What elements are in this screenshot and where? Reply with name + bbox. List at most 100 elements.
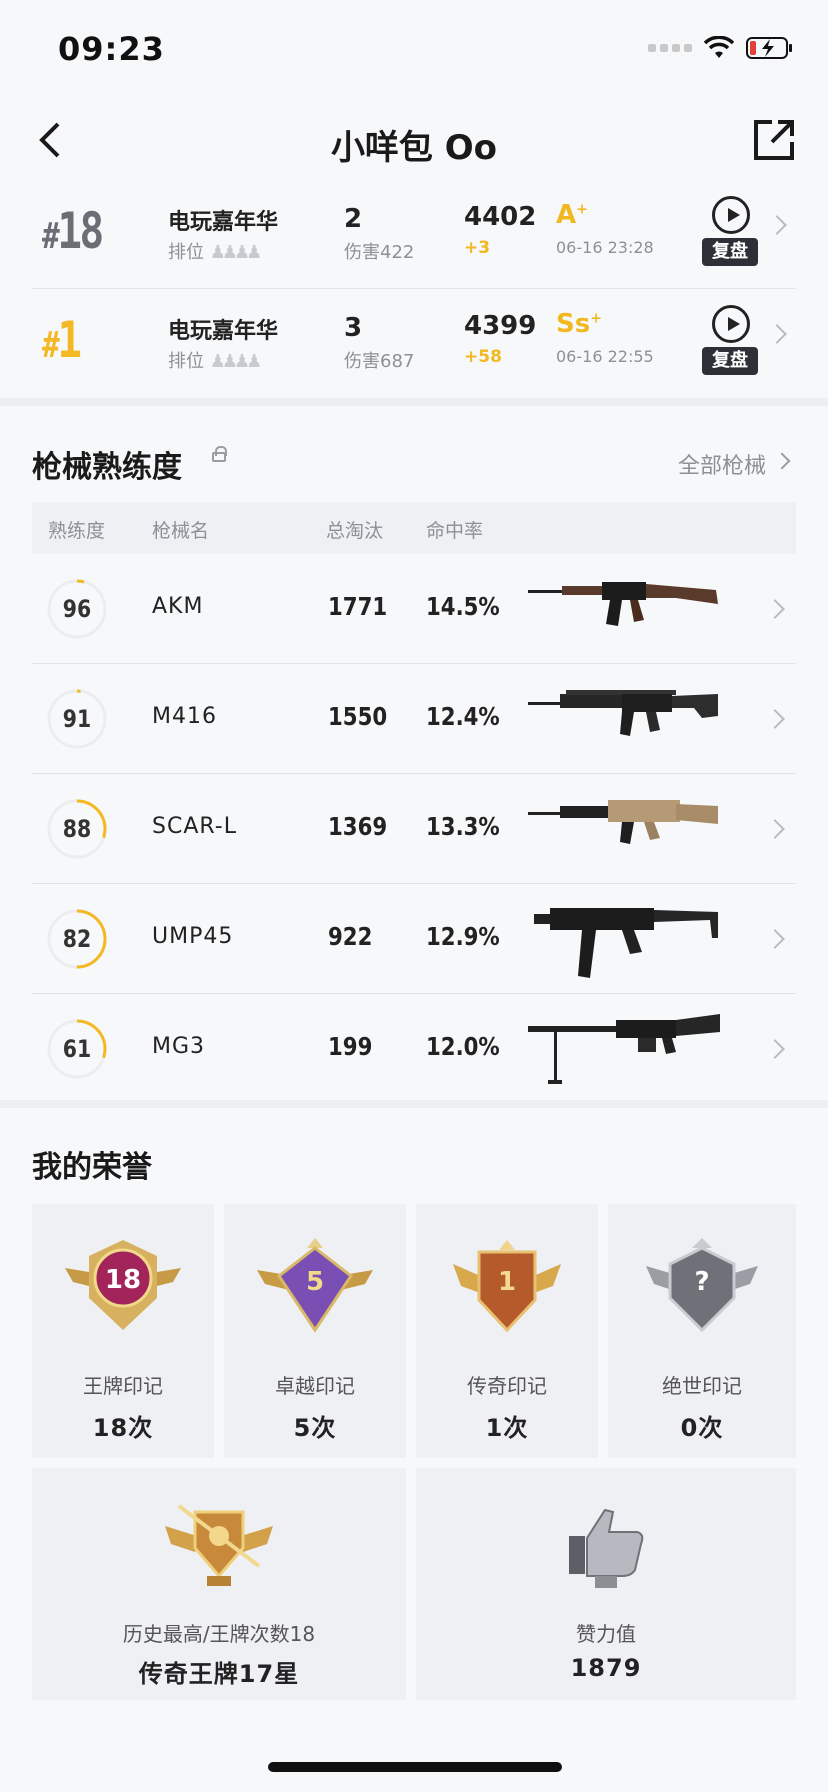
weapon-name: AKM (152, 594, 204, 619)
weapon-accuracy: 12.0% (426, 1032, 500, 1061)
likes-label: 赞力值 (576, 1622, 636, 1646)
battery-charging-icon (746, 37, 792, 59)
proficiency-value: 91 (62, 705, 92, 733)
honor-card-likes[interactable]: 赞力值 1879 (416, 1468, 796, 1700)
match-damage: 伤害422 (344, 242, 415, 263)
lock-icon[interactable] (212, 446, 227, 462)
header-weapon-name: 枪械名 (152, 520, 210, 542)
match-score: 4402 (464, 202, 537, 232)
m416-rifle-icon (528, 690, 718, 736)
chevron-right-icon (765, 819, 785, 839)
proficiency-value: 61 (62, 1035, 92, 1063)
replay-label: 复盘 (702, 347, 758, 375)
honor-count: 5次 (293, 1414, 337, 1442)
header-proficiency: 熟练度 (48, 520, 106, 542)
match-score: 4399 (464, 311, 537, 341)
wifi-icon (704, 36, 734, 58)
team-squad-icon: ♟♟♟♟ (209, 242, 263, 263)
home-indicator[interactable] (268, 1762, 562, 1772)
legend-mark-badge-icon: 1 (453, 1240, 561, 1333)
proficiency-value: 82 (62, 925, 92, 953)
replay-play-icon (712, 196, 750, 234)
match-row[interactable]: #18 电玩嘉年华 排位 ♟♟♟♟ 2 伤害422 4402 +3 A+ 06-… (32, 180, 796, 289)
all-weapons-link[interactable]: 全部枪械 (678, 448, 766, 480)
match-kills: 3 (344, 313, 363, 343)
chevron-right-icon (765, 1039, 785, 1059)
proficiency-value: 96 (62, 595, 92, 623)
ace-mark-badge-icon: 18 (65, 1240, 181, 1330)
share-icon[interactable] (750, 116, 798, 164)
weapon-kills: 199 (328, 1032, 373, 1061)
thumbs-up-icon (569, 1508, 644, 1588)
honor-label: 传奇印记 (467, 1374, 547, 1398)
unrivaled-mark-badge-icon: ? (646, 1238, 758, 1333)
match-grade: Ss+ (556, 309, 602, 339)
team-squad-icon: ♟♟♟♟ (209, 351, 263, 372)
match-score-delta: +3 (464, 238, 491, 258)
chevron-right-icon (773, 452, 791, 470)
match-mode: 电玩嘉年华 (168, 319, 279, 344)
honor-card-excellence[interactable]: 5 卓越印记 5次 (224, 1204, 406, 1458)
cellular-signal-icon (648, 44, 692, 52)
honor-card-legend[interactable]: 1 传奇印记 1次 (416, 1204, 598, 1458)
chevron-right-icon (765, 929, 785, 949)
badge-number: 18 (105, 1265, 141, 1295)
weapon-row[interactable]: 61 MG3 199 12.0% (32, 994, 796, 1104)
akm-rifle-icon (528, 582, 718, 626)
ump45-smg-icon (534, 908, 718, 978)
weapon-row[interactable]: 82 UMP45 922 12.9% (32, 884, 796, 994)
highest-value: 传奇王牌17星 (138, 1660, 300, 1688)
badge-number: ? (694, 1267, 709, 1297)
replay-label: 复盘 (702, 238, 758, 266)
honor-count: 18次 (92, 1414, 154, 1442)
status-time: 09:23 (58, 30, 165, 68)
honors-section: 我的荣誉 18 王牌印记 18次 5 卓越印记 5次 1 传奇印记 1次 ? 绝… (0, 1108, 828, 1708)
match-kills: 2 (344, 204, 363, 234)
match-row[interactable]: #1 电玩嘉年华 排位 ♟♟♟♟ 3 伤害687 4399 +58 Ss+ 06… (32, 289, 796, 398)
section-title: 我的荣誉 (32, 1150, 152, 1185)
likes-value: 1879 (570, 1654, 642, 1682)
weapon-name: UMP45 (152, 924, 234, 949)
section-divider (0, 1100, 828, 1108)
chevron-right-icon (765, 599, 785, 619)
mg3-machine-gun-icon (528, 1014, 720, 1084)
proficiency-value: 88 (62, 815, 92, 843)
match-rank: #18 (42, 202, 104, 260)
weapon-accuracy: 12.4% (426, 702, 500, 731)
honor-card-unrivaled[interactable]: ? 绝世印记 0次 (608, 1204, 796, 1458)
replay-button[interactable]: 复盘 (702, 196, 758, 272)
weapon-name: SCAR-L (152, 814, 237, 839)
honor-count: 1次 (485, 1414, 529, 1442)
honor-card-highest[interactable]: 历史最高/王牌次数18 传奇王牌17星 (32, 1468, 406, 1700)
chevron-right-icon (765, 709, 785, 729)
match-score-delta: +58 (464, 347, 502, 367)
match-type: 排位 ♟♟♟♟ (168, 351, 263, 372)
match-grade: A+ (556, 200, 588, 230)
status-icons (648, 36, 794, 60)
nav-bar: 小咩包 Oo (0, 100, 828, 180)
weapon-proficiency-section: 枪械熟练度 全部枪械 熟练度 枪械名 总淘汰 命中率 96 AKM 1771 1… (0, 406, 828, 1102)
chevron-right-icon (767, 324, 787, 344)
scar-l-rifle-icon (528, 800, 718, 844)
weapon-kills: 1550 (328, 702, 388, 731)
excellence-mark-badge-icon: 5 (257, 1238, 373, 1333)
weapon-row[interactable]: 91 M416 1550 12.4% (32, 664, 796, 774)
badge-number: 1 (498, 1267, 516, 1297)
header-kills: 总淘汰 (326, 520, 384, 542)
replay-button[interactable]: 复盘 (702, 305, 758, 381)
match-type: 排位 ♟♟♟♟ (168, 242, 263, 263)
honor-label: 绝世印记 (662, 1374, 742, 1398)
weapon-row[interactable]: 88 SCAR-L 1369 13.3% (32, 774, 796, 884)
badge-number: 5 (306, 1267, 324, 1297)
header-accuracy: 命中率 (426, 520, 484, 542)
honor-card-ace[interactable]: 18 王牌印记 18次 (32, 1204, 214, 1458)
weapon-row[interactable]: 96 AKM 1771 14.5% (32, 554, 796, 664)
weapon-kills: 1771 (328, 592, 388, 621)
weapon-kills: 922 (328, 922, 373, 951)
match-time: 06-16 22:55 (556, 347, 654, 366)
honor-label: 王牌印记 (83, 1374, 163, 1398)
match-records: #18 电玩嘉年华 排位 ♟♟♟♟ 2 伤害422 4402 +3 A+ 06-… (0, 180, 828, 398)
weapon-name: MG3 (152, 1034, 206, 1059)
match-rank: #1 (42, 311, 82, 369)
match-time: 06-16 23:28 (556, 238, 654, 257)
